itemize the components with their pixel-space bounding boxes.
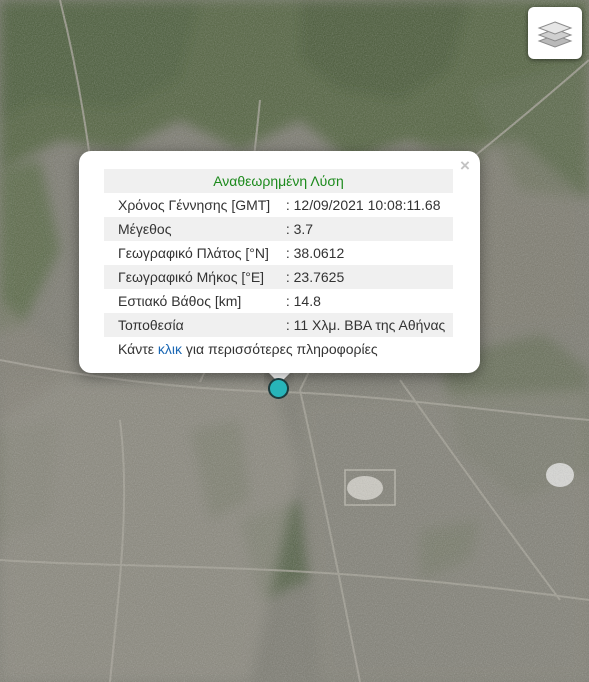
table-row: Μέγεθος : 3.7: [104, 217, 453, 241]
row-label-location: Τοποθεσία: [104, 313, 278, 337]
more-info-text: Κάντε κλικ για περισσότερες πληροφορίες: [104, 337, 453, 361]
row-label-latitude: Γεωγραφικό Πλάτος [°N]: [118, 245, 269, 261]
more-info-prefix: Κάντε: [118, 341, 158, 357]
earthquake-info-table: Αναθεωρημένη Λύση Χρόνος Γέννησης [GMT] …: [104, 169, 453, 361]
table-row: Γεωγραφικό Μήκος [°E] : 23.7625: [104, 265, 453, 289]
row-label-depth: Εστιακό Βάθος [km]: [118, 293, 242, 309]
row-value-depth: : 14.8: [285, 293, 321, 309]
layers-control-button[interactable]: [528, 7, 582, 59]
popup-title: Αναθεωρημένη Λύση: [104, 169, 453, 193]
table-row: Χρόνος Γέννησης [GMT] : 12/09/2021 10:08…: [104, 193, 453, 217]
earthquake-epicenter-marker[interactable]: [268, 378, 289, 399]
layers-icon: [537, 21, 573, 48]
row-value-longitude: : 23.7625: [277, 265, 453, 289]
table-row: Γεωγραφικό Πλάτος [°N] : 38.0612: [104, 241, 453, 265]
earthquake-info-popup: × Αναθεωρημένη Λύση Χρόνος Γέννησης [GMT…: [79, 151, 480, 373]
row-value-latitude: : 38.0612: [285, 245, 345, 261]
row-label-origin-time: Χρόνος Γέννησης [GMT]: [118, 197, 271, 213]
more-info-link[interactable]: κλικ: [158, 341, 182, 357]
row-value-location: : 11 Χλμ. ΒΒΑ της Αθήνας: [277, 313, 453, 337]
table-row: Τοποθεσία : 11 Χλμ. ΒΒΑ της Αθήνας: [104, 313, 453, 337]
row-label-longitude: Γεωγραφικό Μήκος [°E]: [104, 265, 278, 289]
row-label-magnitude: Μέγεθος: [104, 217, 278, 241]
more-info-suffix: για περισσότερες πληροφορίες: [182, 341, 378, 357]
row-value-magnitude: : 3.7: [277, 217, 453, 241]
close-icon[interactable]: ×: [455, 156, 475, 176]
table-row: Εστιακό Βάθος [km] : 14.8: [104, 289, 453, 313]
row-value-origin-time: : 12/09/2021 10:08:11.68: [285, 197, 441, 213]
table-row: Κάντε κλικ για περισσότερες πληροφορίες: [104, 337, 453, 361]
